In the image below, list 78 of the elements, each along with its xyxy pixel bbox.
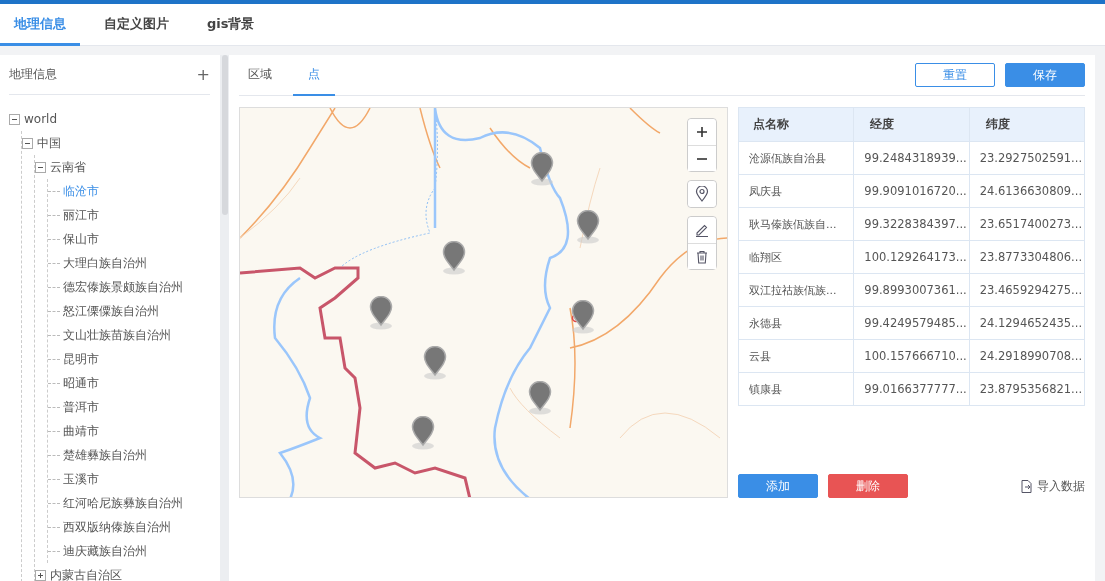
table-cell: 云县 bbox=[738, 339, 854, 373]
tree-item[interactable]: 大理白族自治州 bbox=[63, 254, 147, 272]
tree-item[interactable]: 普洱市 bbox=[63, 398, 99, 416]
tree-item[interactable]: 昆明市 bbox=[63, 350, 99, 368]
table-cell: 100.157666710... bbox=[853, 339, 970, 373]
map-marker-icon[interactable] bbox=[571, 299, 596, 334]
file-import-icon bbox=[1021, 479, 1032, 493]
tree-item[interactable]: 怒江傈僳族自治州 bbox=[63, 302, 159, 320]
table-cell: 23.8773304806... bbox=[969, 240, 1085, 274]
table-cell: 99.3228384397... bbox=[853, 207, 970, 241]
column-header: 点名称 bbox=[738, 107, 854, 142]
tree-item[interactable]: 曲靖市 bbox=[63, 422, 99, 440]
table-cell: 99.8993007361... bbox=[853, 273, 970, 307]
minus-icon bbox=[696, 157, 708, 160]
column-header: 经度 bbox=[853, 107, 970, 142]
map-marker-icon[interactable] bbox=[442, 241, 467, 276]
table-cell: 100.129264173... bbox=[853, 240, 970, 274]
tree-item[interactable]: 中国 bbox=[37, 134, 61, 152]
column-header: 纬度 bbox=[969, 107, 1085, 142]
map-marker-icon[interactable] bbox=[576, 210, 601, 245]
table-cell: 23.6517400273... bbox=[969, 207, 1085, 241]
map-marker-icon[interactable] bbox=[527, 381, 552, 416]
tree-item[interactable]: 玉溪市 bbox=[63, 470, 99, 488]
tree-item[interactable]: 德宏傣族景颇族自治州 bbox=[63, 278, 183, 296]
tab[interactable]: 点 bbox=[293, 54, 335, 96]
table-cell: 99.2484318939... bbox=[853, 141, 970, 175]
tree-item[interactable]: 红河哈尼族彝族自治州 bbox=[63, 494, 183, 512]
tree-item[interactable]: 楚雄彝族自治州 bbox=[63, 446, 147, 464]
tree-item[interactable]: 云南省 bbox=[50, 158, 86, 176]
trash-icon bbox=[696, 249, 708, 264]
pencil-icon bbox=[695, 223, 709, 237]
scrollbar-thumb[interactable] bbox=[221, 55, 228, 215]
marker-tool-button[interactable] bbox=[688, 181, 716, 207]
table-cell: 99.4249579485... bbox=[853, 306, 970, 340]
reset-button[interactable]: 重置 bbox=[915, 63, 995, 87]
expand-icon[interactable] bbox=[35, 569, 46, 581]
tree-item[interactable]: 迪庆藏族自治州 bbox=[63, 542, 147, 560]
tree-item[interactable]: 文山壮族苗族自治州 bbox=[63, 326, 171, 344]
table-cell: 23.2927502591... bbox=[969, 141, 1085, 175]
plus-icon bbox=[696, 126, 708, 138]
map-marker-icon[interactable] bbox=[422, 346, 447, 381]
table-cell: 凤庆县 bbox=[738, 174, 854, 208]
table-cell: 24.6136630809... bbox=[969, 174, 1085, 208]
map-marker-icon[interactable] bbox=[410, 416, 435, 451]
table-cell: 镇康县 bbox=[738, 372, 854, 406]
tree-item[interactable]: 西双版纳傣族自治州 bbox=[63, 518, 171, 536]
delete-button[interactable] bbox=[688, 243, 716, 269]
table-cell: 临翔区 bbox=[738, 240, 854, 274]
tree-item[interactable]: 保山市 bbox=[63, 230, 99, 248]
import-link[interactable]: 导入数据 bbox=[1021, 477, 1085, 495]
location-pin-icon bbox=[695, 186, 709, 202]
tree-item[interactable]: 内蒙古自治区 bbox=[50, 566, 122, 581]
table-cell: 24.2918990708... bbox=[969, 339, 1085, 373]
collapse-icon[interactable] bbox=[22, 137, 33, 149]
table-cell: 99.0166377777... bbox=[853, 372, 970, 406]
table-cell: 24.1294652435... bbox=[969, 306, 1085, 340]
tree-item[interactable]: 昭通市 bbox=[63, 374, 99, 392]
tab[interactable]: 区域 bbox=[239, 54, 281, 96]
delete-button[interactable]: 删除 bbox=[828, 474, 908, 498]
tab[interactable]: 自定义图片 bbox=[90, 4, 183, 46]
sidebar-title: 地理信息 bbox=[9, 66, 57, 83]
map-marker-icon[interactable] bbox=[529, 151, 554, 186]
table-cell: 23.4659294275... bbox=[969, 273, 1085, 307]
collapse-icon[interactable] bbox=[9, 113, 20, 125]
map-marker-icon[interactable] bbox=[369, 295, 394, 330]
tree-item[interactable]: 丽江市 bbox=[63, 206, 99, 224]
add-button[interactable]: + bbox=[196, 65, 210, 84]
zoom-out-button[interactable] bbox=[688, 145, 716, 171]
table-cell: 永德县 bbox=[738, 306, 854, 340]
tab[interactable]: gis背景 bbox=[193, 4, 269, 46]
tree-item[interactable]: world bbox=[24, 112, 58, 126]
tree-item[interactable]: 临沧市 bbox=[63, 182, 99, 200]
table-cell: 99.9091016720... bbox=[853, 174, 970, 208]
table-cell: 23.8795356821... bbox=[969, 372, 1085, 406]
collapse-icon[interactable] bbox=[35, 161, 46, 173]
table-cell: 耿马傣族佤族自... bbox=[738, 207, 854, 241]
table-cell: 沧源佤族自治县 bbox=[738, 141, 854, 175]
table-cell: 双江拉祜族佤族... bbox=[738, 273, 854, 307]
